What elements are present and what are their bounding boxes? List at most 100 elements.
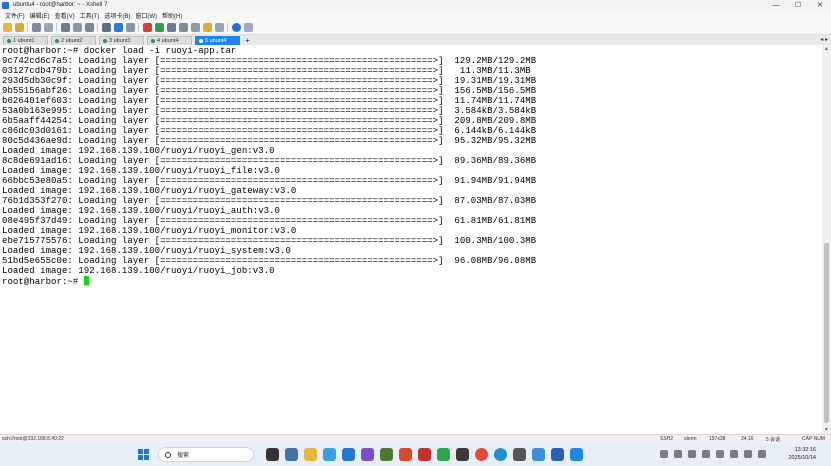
word-icon[interactable] <box>551 448 564 461</box>
maximize-button[interactable]: ☐ <box>787 0 809 10</box>
scroll-thumb[interactable] <box>824 243 829 423</box>
disconnect-icon[interactable] <box>44 23 53 32</box>
terminal-line: 66bbc53e80a5: Loading layer [===========… <box>2 176 537 186</box>
tab-session-4[interactable]: 4 ubunt4 <box>147 36 192 45</box>
menu-file[interactable]: 文件(F) <box>5 11 25 20</box>
tab-label: 4 ubunt4 <box>157 38 179 44</box>
options-icon[interactable] <box>244 23 253 32</box>
globe-icon[interactable] <box>114 23 123 32</box>
tab-session-1[interactable]: 1 ubunt1 <box>3 36 48 45</box>
tab-label: 2 ubunt2 <box>61 38 83 44</box>
terminal-line: 6b5aaff44254: Loading layer [===========… <box>2 116 537 126</box>
system-tray <box>660 450 772 458</box>
tab-nav-arrows-icon[interactable]: ◂ ▸ <box>820 36 828 43</box>
session-tab-bar: 1 ubunt1 2 ubunt2 3 ubunt3 4 ubunt4 5 ub… <box>0 35 831 45</box>
scroll-down-icon[interactable]: ▼ <box>822 426 831 434</box>
terminal-line: Loaded image: 192.168.139.100/ruoyi/ruoy… <box>2 246 291 256</box>
volume-icon[interactable] <box>758 450 766 458</box>
script-icon[interactable] <box>203 23 212 32</box>
find-icon[interactable] <box>85 23 94 32</box>
scroll-up-icon[interactable]: ▲ <box>822 45 831 53</box>
terminal-line: 80c5d436ae9d: Loading layer [===========… <box>2 136 537 146</box>
window-title: ubuntu4 - root@harbor: ~ - Xshell 7 <box>13 2 108 8</box>
connection-info: ssh://root@192.168.8.40:22 <box>2 436 64 442</box>
terminal-output[interactable]: root@harbor:~# docker load -i ruoyi-app.… <box>0 45 822 434</box>
menu-window[interactable]: 窗口(W) <box>135 11 157 20</box>
xshell-app-icon <box>2 1 9 9</box>
tray-icon[interactable] <box>702 450 710 458</box>
transfer-icon[interactable] <box>155 23 164 32</box>
keyboard-icon[interactable] <box>179 23 188 32</box>
menu-tabs[interactable]: 选项卡(B) <box>104 11 130 20</box>
print-icon[interactable] <box>102 23 111 32</box>
start-button[interactable] <box>138 449 149 460</box>
taskbar-search[interactable]: 搜索 <box>158 447 254 462</box>
lock-icon[interactable] <box>167 23 176 32</box>
terminal-line: Loaded image: 192.168.139.100/ruoyi/ruoy… <box>2 206 280 216</box>
menu-tools[interactable]: 工具(T) <box>80 11 100 20</box>
wechat-icon[interactable] <box>437 448 450 461</box>
clock-time: 13:32:16 <box>794 447 816 453</box>
open-folder-icon[interactable] <box>15 23 24 32</box>
minimize-button[interactable]: — <box>765 0 787 10</box>
terminal-line: Loaded image: 192.168.139.100/ruoyi/ruoy… <box>2 146 275 156</box>
connect-icon[interactable] <box>32 23 41 32</box>
tray-icon[interactable] <box>730 450 738 458</box>
app-icon[interactable] <box>456 448 469 461</box>
copy-icon[interactable] <box>61 23 70 32</box>
menu-help[interactable]: 帮助(H) <box>162 11 182 20</box>
edge-icon[interactable] <box>494 448 507 461</box>
terminal-line: Loaded image: 192.168.139.100/ruoyi/ruoy… <box>2 266 275 276</box>
tab-session-3[interactable]: 3 ubunt3 <box>99 36 144 45</box>
paste-icon[interactable] <box>73 23 82 32</box>
add-tab-button[interactable]: + <box>243 36 252 45</box>
app-icon[interactable] <box>380 448 393 461</box>
terminal-line: 53a0b163e995: Loading layer [===========… <box>2 106 537 116</box>
close-button[interactable]: ✕ <box>809 0 831 10</box>
tab-label: 1 ubunt1 <box>13 38 35 44</box>
tab-session-2[interactable]: 2 ubunt2 <box>51 36 96 45</box>
task-view-icon[interactable] <box>266 448 279 461</box>
menu-view[interactable]: 查看(V) <box>55 11 75 20</box>
layout-icon[interactable] <box>215 23 224 32</box>
menu-bar: 文件(F) 编辑(E) 查看(V) 工具(T) 选项卡(B) 窗口(W) 帮助(… <box>0 10 831 21</box>
font-icon[interactable] <box>126 23 135 32</box>
xftp-taskbar-icon[interactable] <box>418 448 431 461</box>
toolbar-divider <box>227 23 228 32</box>
terminal-prompt-line[interactable]: root@harbor:~# <box>2 276 822 287</box>
tray-icon[interactable] <box>716 450 724 458</box>
new-session-icon[interactable] <box>3 23 12 32</box>
terminal-line: root@harbor:~# docker load -i ruoyi-app.… <box>2 46 237 56</box>
system-clock[interactable]: 13:32:16 2025/10/14 <box>788 446 816 462</box>
terminal-line: b626401ef603: Loading layer [===========… <box>2 96 537 106</box>
tray-icon[interactable] <box>660 450 668 458</box>
clock-date: 2025/10/14 <box>788 455 816 461</box>
vscode-icon[interactable] <box>342 448 355 461</box>
status-dot-icon <box>103 39 107 43</box>
shell-prompt: root@harbor:~# <box>2 277 84 287</box>
menu-edit[interactable]: 编辑(E) <box>30 11 50 20</box>
terminal-scrollbar[interactable]: ▲ ▼ <box>822 45 831 434</box>
app-icon[interactable] <box>570 448 583 461</box>
app-icon[interactable] <box>513 448 526 461</box>
tray-icon[interactable] <box>674 450 682 458</box>
cursor-position: 24,16 <box>741 436 754 442</box>
compose-icon[interactable] <box>191 23 200 32</box>
terminal-line: 9c742cd6c7a5: Loading layer [===========… <box>2 56 537 66</box>
chrome-icon[interactable] <box>475 448 488 461</box>
settings-gear-icon[interactable] <box>285 448 298 461</box>
windows-taskbar: 搜索 13:32:16 2025/10/14 <box>0 443 831 466</box>
app-icon[interactable] <box>323 448 336 461</box>
app-icon[interactable] <box>361 448 374 461</box>
feishu-icon[interactable] <box>532 448 545 461</box>
toolbar-divider <box>27 23 28 32</box>
terminal-line: Loaded image: 192.168.139.100/ruoyi/ruoy… <box>2 186 297 196</box>
tab-session-5[interactable]: 5 ubunt4 <box>195 36 240 45</box>
wifi-icon[interactable] <box>744 450 752 458</box>
session-count: 5 会话 <box>766 437 781 443</box>
help-icon[interactable] <box>232 23 241 32</box>
xshell-taskbar-icon[interactable] <box>399 448 412 461</box>
file-explorer-icon[interactable] <box>304 448 317 461</box>
tray-icon[interactable] <box>688 450 696 458</box>
xftp-icon[interactable] <box>143 23 152 32</box>
